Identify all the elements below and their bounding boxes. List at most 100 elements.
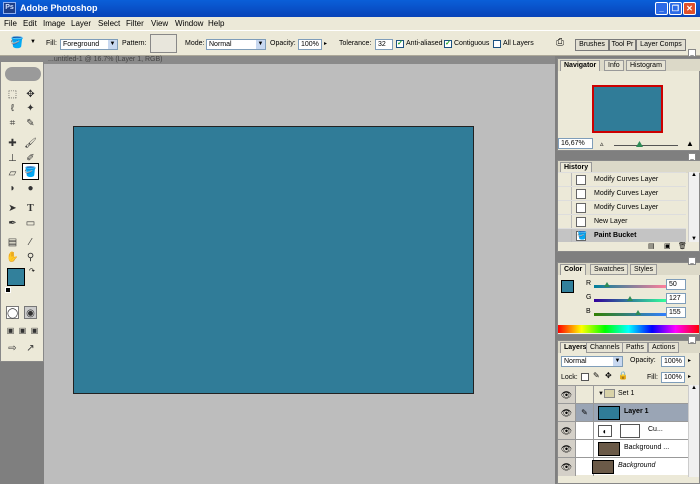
tab-swatches[interactable]: Swatches xyxy=(590,264,629,275)
notes-tool-icon[interactable]: ▤ xyxy=(6,236,19,249)
menu-window[interactable]: Window xyxy=(175,19,203,28)
menu-file[interactable]: File xyxy=(4,19,17,28)
clone-stamp-tool-icon[interactable]: ⊥ xyxy=(6,152,19,165)
quick-mask-mode-icon[interactable]: ◉ xyxy=(24,306,37,319)
history-state-box[interactable] xyxy=(558,201,572,214)
scroll-up-icon[interactable]: ▲ xyxy=(689,385,699,391)
path-selection-tool-icon[interactable]: ➤ xyxy=(6,202,19,215)
pattern-picker[interactable] xyxy=(150,34,177,53)
contiguous-checkbox[interactable]: ✓ xyxy=(444,40,452,48)
menu-help[interactable]: Help xyxy=(208,19,224,28)
mode-select[interactable]: Normal ▼ xyxy=(206,39,266,50)
visibility-eye-icon[interactable]: 👁 xyxy=(558,440,576,458)
layer-row-curves[interactable]: 👁 ◐ Cu... xyxy=(558,421,688,440)
tab-actions[interactable]: Actions xyxy=(648,342,679,353)
swap-colors-icon[interactable]: ↷ xyxy=(29,267,35,275)
visibility-eye-icon[interactable]: 👁 xyxy=(558,386,576,404)
visibility-eye-icon[interactable]: 👁 xyxy=(558,458,576,476)
green-slider-thumb[interactable] xyxy=(627,296,633,301)
magic-wand-tool-icon[interactable]: ✦ xyxy=(24,102,37,115)
history-state-box[interactable] xyxy=(558,187,572,200)
crop-tool-icon[interactable]: ⌗ xyxy=(6,117,19,130)
blur-tool-icon[interactable]: ◗ xyxy=(6,182,19,195)
history-item[interactable]: Modify Curves Layer xyxy=(558,200,686,214)
menu-layer[interactable]: Layer xyxy=(71,19,91,28)
eyedropper-tool-icon[interactable]: ⁄ xyxy=(24,236,37,249)
zoom-tool-icon[interactable]: ⚲ xyxy=(24,251,37,264)
link-box[interactable] xyxy=(576,386,594,404)
lock-position-icon[interactable]: ✥ xyxy=(605,371,612,380)
navigator-zoom-input[interactable]: 16,67% xyxy=(558,138,593,149)
menu-view[interactable]: View xyxy=(151,19,168,28)
link-box[interactable] xyxy=(576,422,594,440)
slice-tool-icon[interactable]: ✎ xyxy=(24,117,37,130)
tab-layer-comps[interactable]: Layer Comps xyxy=(636,39,686,51)
paint-bucket-tool-preset-icon[interactable]: 🪣 xyxy=(10,36,24,50)
feather-logo-icon[interactable] xyxy=(5,67,41,81)
document-title-bar[interactable]: ...untitled-1 @ 16.7% (Layer 1, RGB) xyxy=(0,56,555,64)
panel-minimize-icon[interactable]: _ xyxy=(688,257,696,265)
blue-slider[interactable] xyxy=(594,313,666,316)
standard-mode-icon[interactable]: ◯ xyxy=(6,306,19,319)
menu-image[interactable]: Image xyxy=(43,19,65,28)
trash-icon[interactable]: 🗑 xyxy=(678,242,687,250)
history-item-selected[interactable]: 🪣 Paint Bucket xyxy=(558,228,686,242)
scroll-up-icon[interactable]: ▲ xyxy=(689,172,699,178)
tool-preset-chevron-down-icon[interactable]: ▼ xyxy=(30,39,36,45)
paint-bucket-tool-icon[interactable]: 🪣 xyxy=(22,163,39,180)
tab-brushes[interactable]: Brushes xyxy=(575,39,609,51)
zoom-in-icon[interactable]: ▲ xyxy=(686,139,694,148)
layers-fill-arrow-icon[interactable]: ▸ xyxy=(688,373,691,380)
visibility-eye-icon[interactable]: 👁 xyxy=(558,422,576,440)
layer-row-layer-1[interactable]: 👁 ✎ Layer 1 xyxy=(558,403,688,422)
jump-to-imageready-icon[interactable]: ⇨ xyxy=(6,342,19,355)
red-value-input[interactable]: 50 xyxy=(666,279,686,290)
history-state-box[interactable] xyxy=(558,173,572,186)
layers-opacity-input[interactable]: 100% xyxy=(661,356,685,367)
tab-color[interactable]: Color xyxy=(560,264,587,275)
tab-styles[interactable]: Styles xyxy=(630,264,658,275)
history-item[interactable]: New Layer xyxy=(558,214,686,228)
visibility-eye-icon[interactable]: 👁 xyxy=(558,404,576,422)
opacity-arrow-icon[interactable]: ▸ xyxy=(324,40,327,47)
all-layers-checkbox[interactable] xyxy=(493,40,501,48)
layers-opacity-arrow-icon[interactable]: ▸ xyxy=(688,357,691,364)
menu-edit[interactable]: Edit xyxy=(23,19,37,28)
history-state-box[interactable] xyxy=(558,215,572,228)
tab-tool-presets[interactable]: Tool Pr xyxy=(609,39,636,51)
dodge-tool-icon[interactable]: ● xyxy=(24,182,37,195)
panel-minimize-icon[interactable]: _ xyxy=(688,49,696,57)
color-spectrum-bar[interactable] xyxy=(558,325,699,333)
move-tool-icon[interactable]: ✥ xyxy=(24,88,37,101)
lock-transparency-icon[interactable] xyxy=(581,373,589,381)
palette-well-printer-icon[interactable]: ⎙ xyxy=(553,36,567,50)
tab-navigator[interactable]: Navigator xyxy=(560,60,601,71)
fill-select[interactable]: Foreground ▼ xyxy=(60,39,118,50)
default-colors-icon[interactable] xyxy=(5,287,11,293)
layer-row-background-copy[interactable]: 👁 Background ... xyxy=(558,439,688,458)
zoom-slider-track[interactable] xyxy=(614,145,678,146)
eraser-tool-icon[interactable]: ▱ xyxy=(6,167,19,180)
foreground-color-swatch[interactable] xyxy=(7,268,25,286)
pen-tool-icon[interactable]: ✒ xyxy=(6,217,19,230)
zoom-out-icon[interactable]: ▵ xyxy=(600,140,604,148)
tab-info[interactable]: Info xyxy=(604,60,624,71)
hand-tool-icon[interactable]: ✋ xyxy=(6,251,19,264)
green-value-input[interactable]: 127 xyxy=(666,293,686,304)
marquee-tool-icon[interactable]: ⬚ xyxy=(6,88,19,101)
history-scrollbar[interactable]: ▲ ▼ xyxy=(688,172,699,242)
history-item[interactable]: Modify Curves Layer xyxy=(558,186,686,200)
panel-minimize-icon[interactable]: _ xyxy=(688,153,696,161)
type-tool-icon[interactable]: T xyxy=(24,202,37,215)
minimize-button[interactable]: _ xyxy=(655,2,668,15)
opacity-input[interactable]: 100% xyxy=(298,39,322,50)
panel-minimize-icon[interactable]: _ xyxy=(688,336,696,344)
rectangle-tool-icon[interactable]: ▭ xyxy=(24,217,37,230)
blue-value-input[interactable]: 155 xyxy=(666,307,686,318)
layers-fill-input[interactable]: 100% xyxy=(661,372,685,383)
layer-row-background[interactable]: 👁 Background xyxy=(558,457,688,476)
snapshot-icon[interactable]: ▣ xyxy=(664,242,671,250)
history-state-box[interactable] xyxy=(558,229,572,242)
red-slider-thumb[interactable] xyxy=(604,282,610,287)
color-foreground-swatch[interactable] xyxy=(561,280,574,293)
